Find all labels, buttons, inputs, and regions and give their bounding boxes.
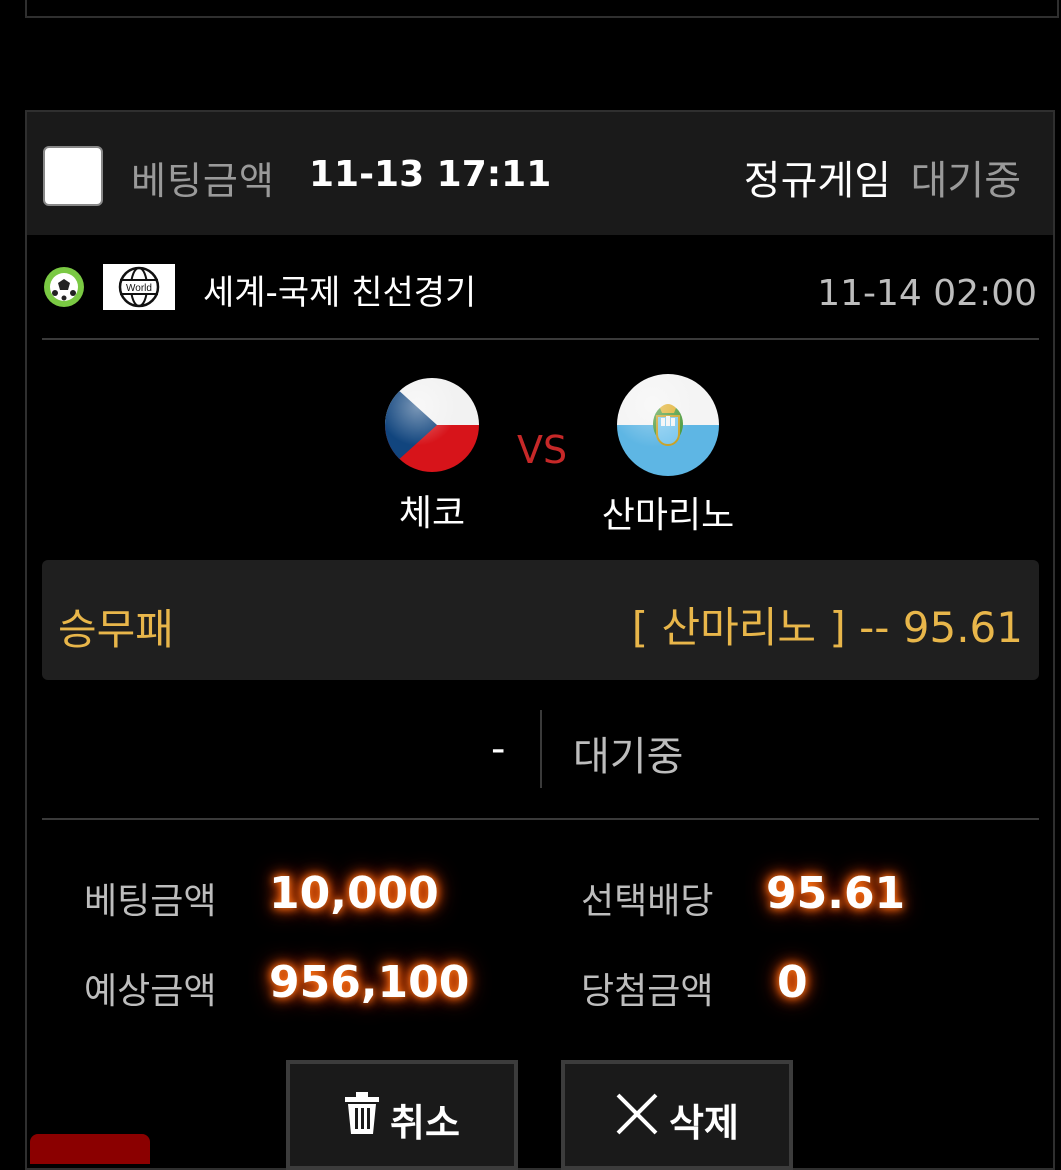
result-score: - (491, 726, 506, 772)
match-time: 11-14 02:00 (817, 273, 1037, 314)
league-row: World 세계-국제 친선경기 11-14 02:00 (27, 235, 1053, 340)
bet-header: 베팅금액 11-13 17:11 정규게임 대기중 (27, 112, 1053, 235)
market-panel: 승무패 [ 산마리노 ] -- 95.61 (42, 560, 1039, 680)
trash-icon (345, 1092, 380, 1134)
expected-amount-value: 956,100 (269, 957, 470, 1008)
result-status: 대기중 (573, 734, 684, 780)
floating-red-tab[interactable] (30, 1134, 150, 1164)
away-team: 산마리노 (598, 374, 738, 538)
soccer-ball-icon (44, 267, 84, 307)
away-team-name: 산마리노 (601, 495, 735, 536)
bet-label: 베팅금액 (131, 159, 275, 203)
league-name: 세계-국제 친선경기 (203, 273, 477, 313)
selected-odds-value: 95.61 (766, 868, 906, 919)
select-checkbox[interactable] (43, 146, 103, 206)
czech-flag-icon (385, 378, 479, 472)
x-icon (616, 1093, 658, 1135)
vs-label: VS (517, 428, 568, 472)
game-type: 정규게임 (743, 158, 891, 204)
home-team: 체코 (362, 378, 502, 536)
san-marino-flag-icon (617, 374, 719, 476)
bet-amount-label: 베팅금액 (84, 881, 217, 922)
market-name: 승무패 (58, 605, 174, 654)
world-globe-icon: World (103, 264, 175, 310)
bet-slip-card: 베팅금액 11-13 17:11 정규게임 대기중 World 세계-국제 친선… (25, 110, 1055, 1170)
win-amount-value: 0 (777, 957, 808, 1008)
divider (42, 818, 1039, 820)
bet-amount-value: 10,000 (269, 868, 439, 919)
result-separator (540, 710, 542, 788)
win-amount-label: 당첨금액 (581, 971, 714, 1012)
delete-label: 삭제 (669, 1101, 739, 1145)
divider (42, 338, 1039, 340)
cancel-button[interactable]: 취소 (286, 1060, 518, 1170)
market-pick: [ 산마리노 ] -- 95.61 (631, 603, 1023, 652)
bet-status: 대기중 (910, 158, 1021, 204)
home-team-name: 체코 (398, 493, 466, 534)
world-badge-text: World (126, 283, 152, 294)
bet-datetime: 11-13 17:11 (309, 154, 552, 195)
selected-odds-label: 선택배당 (581, 881, 714, 922)
delete-button[interactable]: 삭제 (561, 1060, 793, 1170)
cancel-label: 취소 (390, 1101, 460, 1145)
previous-bet-card (25, 0, 1059, 18)
expected-amount-label: 예상금액 (84, 971, 217, 1012)
